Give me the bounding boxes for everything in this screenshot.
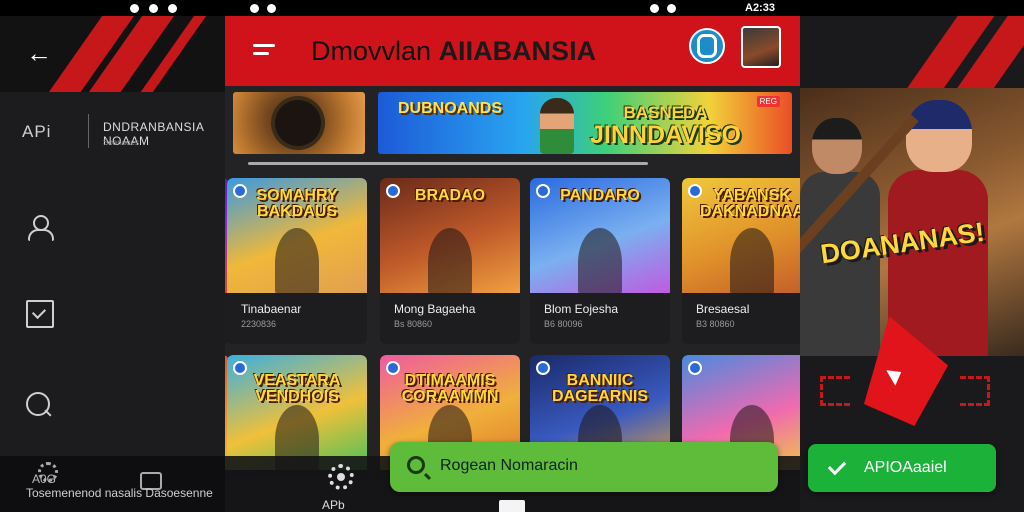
right-panel: DOANANAS! APIOAaaiel	[800, 16, 1024, 512]
message-icon	[250, 3, 259, 13]
bottom-nav-label: APb	[322, 498, 345, 512]
app-title-prefix: Dmovvlan	[311, 36, 432, 66]
app-root: A2:33 ← APi DNDRANBANSIA NOAAM Soanaoes …	[0, 0, 1024, 512]
banner-title: BASNEDA JINNDAVISO	[590, 102, 741, 149]
game-card-figure	[428, 228, 472, 293]
hero-figure	[906, 100, 972, 172]
left-divider	[88, 114, 89, 148]
search-icon	[407, 456, 425, 474]
status-bar: A2:33	[0, 0, 1024, 16]
app-icon	[267, 3, 276, 13]
game-card-figure	[730, 228, 774, 293]
badge-icon[interactable]	[689, 28, 725, 64]
status-icons-right	[650, 3, 676, 13]
game-card-art-title: DTIMAAMIS CORAAMMN	[401, 372, 499, 405]
game-card-figure	[275, 228, 319, 293]
left-panel: ← APi DNDRANBANSIA NOAAM Soanaoes	[0, 16, 225, 512]
avatar[interactable]	[741, 26, 781, 68]
game-card-art-title: YABANSK DAKNADNAA	[700, 187, 800, 220]
bracket-left	[820, 376, 850, 406]
status-time: A2:33	[745, 2, 775, 14]
user-icon[interactable]	[24, 212, 54, 242]
game-card-title: Tinabaenar	[241, 302, 302, 316]
game-card[interactable]: PANDARO Blom Eojesha B6 80096	[530, 178, 670, 344]
game-card-art-title: BANNIIC DAGEARNIS	[551, 372, 648, 405]
game-card-title: Blom Eojesha	[544, 302, 619, 316]
install-button[interactable]: APIOAaaiel	[808, 444, 996, 492]
game-card[interactable]: YABANSK DAKNADNAA Bresaesal B3 80860	[682, 178, 800, 344]
game-card-art-title: SOMAHRY BAKDAUS	[256, 187, 338, 220]
game-card-art: PANDARO	[530, 178, 670, 293]
search-bar[interactable]: Rogean Nomaracin	[390, 442, 778, 492]
banner-carousel: DUBNOANDS BASNEDA JINNDAVISO REG	[233, 92, 800, 156]
banner-tag: REG	[756, 96, 780, 107]
left-bottom-text: Tosemenenod nasalis Dasoesenne	[26, 486, 213, 500]
alarm-icon	[168, 3, 177, 13]
game-card-art: VEASTARA VENDHOIS	[227, 355, 367, 470]
status-icons-left	[130, 3, 177, 13]
left-subtitle: Soanaoes	[103, 138, 140, 147]
banner-featured[interactable]: DUBNOANDS BASNEDA JINNDAVISO REG	[378, 92, 792, 154]
back-arrow-icon[interactable]: ←	[26, 38, 52, 69]
hero-figure	[812, 118, 862, 174]
game-card-meta: Bs 80860	[394, 319, 433, 329]
game-card-art: SOMAHRY BAKDAUS	[227, 178, 367, 293]
bracket-right	[960, 376, 990, 406]
hero-art[interactable]: DOANANAS!	[800, 88, 1024, 356]
gear-icon[interactable]	[328, 464, 354, 490]
left-label: APi	[22, 122, 52, 141]
game-card[interactable]: SOMAHRY BAKDAUS Tinabaenar 2230836	[227, 178, 367, 344]
battery-icon	[667, 3, 676, 13]
home-icon[interactable]	[499, 500, 525, 512]
carousel-scroll-indicator	[248, 162, 648, 165]
game-card-art-title: VEASTARA VENDHOIS	[253, 372, 341, 405]
search-bar-text: Rogean Nomaracin	[440, 457, 578, 474]
main-panel: Dmovvlan AIIABANSIA DUBNOANDS BASNEDA JI…	[225, 16, 800, 512]
game-card-meta: B3 80860	[696, 319, 735, 329]
game-card-art: BRADAO	[380, 178, 520, 293]
menu-icon[interactable]	[253, 44, 275, 60]
game-card-art-title: PANDARO	[560, 187, 640, 204]
app-bar: Dmovvlan AIIABANSIA	[225, 16, 800, 86]
app-title: Dmovvlan AIIABANSIA	[311, 36, 596, 67]
banner-hero	[540, 98, 574, 154]
game-card[interactable]: BRADAO Mong Bagaeha Bs 80860	[380, 178, 520, 344]
install-button-label: APIOAaaiel	[864, 459, 947, 476]
left-bottom-label: A0G	[32, 472, 57, 486]
game-card-figure	[578, 228, 622, 293]
play-area	[800, 316, 1024, 446]
banner-left-text: DUBNOANDS	[398, 100, 502, 117]
wifi-icon	[149, 3, 158, 13]
game-card-meta: B6 80096	[544, 319, 583, 329]
banner-small[interactable]	[233, 92, 365, 154]
game-card-badge-icon	[688, 361, 702, 375]
game-card-title: Mong Bagaeha	[394, 302, 476, 316]
game-card-art: YABANSK DAKNADNAA	[682, 178, 800, 293]
status-icons-mid	[250, 3, 276, 13]
game-card-title: Bresaesal	[696, 302, 750, 316]
signal-icon	[650, 3, 659, 13]
app-title-main: AIIABANSIA	[438, 36, 597, 66]
game-card-art-title: BRADAO	[414, 187, 486, 204]
banner-title-line2: JINNDAVISO	[590, 121, 741, 149]
search-icon[interactable]	[24, 390, 54, 420]
checkbox-icon[interactable]	[24, 298, 54, 328]
left-header: ←	[0, 16, 225, 92]
game-card-meta: 2230836	[241, 319, 277, 329]
notification-icon	[130, 3, 139, 13]
check-icon	[827, 456, 847, 476]
